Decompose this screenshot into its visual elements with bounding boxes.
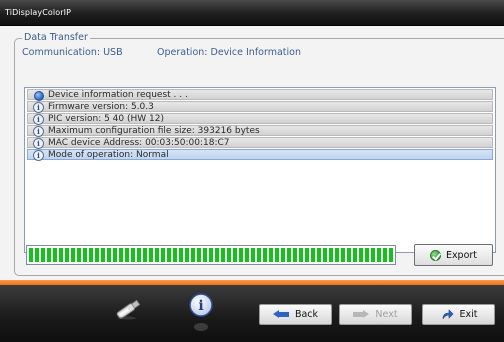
usb-icon[interactable] xyxy=(113,298,143,320)
svg-text:i: i xyxy=(198,298,203,314)
log-row-text: Mode of operation: Normal xyxy=(48,149,169,160)
log-row[interactable]: PIC version: 5 40 (HW 12) xyxy=(27,113,493,125)
exit-icon xyxy=(442,308,453,319)
log-list[interactable]: Device information request . . . Firmwar… xyxy=(24,87,496,253)
log-row-text: MAC device Address: 00:03:50:00:18:C7 xyxy=(48,137,230,148)
title-bar: TiDisplayColorIP xyxy=(0,0,504,26)
info-icon xyxy=(32,137,44,149)
export-button[interactable]: Export xyxy=(414,244,493,266)
log-row[interactable]: Device information request . . . xyxy=(27,89,493,101)
next-button[interactable]: Next xyxy=(339,304,412,325)
info-icon xyxy=(32,101,44,113)
main-panel: Data Transfer Communication: USB Operati… xyxy=(0,26,504,280)
footer-bar: i Back Next Exit xyxy=(0,285,504,342)
device-info-icon[interactable]: i xyxy=(188,293,214,333)
log-row-text: PIC version: 5 40 (HW 12) xyxy=(48,113,164,124)
next-button-label: Next xyxy=(375,309,398,320)
progress-bar xyxy=(26,245,396,265)
log-row[interactable]: Maximum configuration file size: 393216 … xyxy=(27,125,493,137)
progress-fill xyxy=(29,248,393,262)
log-row-text: Device information request . . . xyxy=(48,89,188,100)
check-icon xyxy=(429,249,441,261)
operation-label: Operation: Device Information xyxy=(157,47,301,58)
info-icon xyxy=(32,113,44,125)
info-icon xyxy=(32,125,44,137)
log-row[interactable]: MAC device Address: 00:03:50:00:18:C7 xyxy=(27,137,493,149)
exit-button-label: Exit xyxy=(459,309,478,320)
exit-button[interactable]: Exit xyxy=(422,304,495,325)
arrow-left-icon xyxy=(272,310,289,319)
info-icon xyxy=(32,149,44,161)
log-row-text: Maximum configuration file size: 393216 … xyxy=(48,125,260,136)
group-title: Data Transfer xyxy=(22,32,90,43)
status-dot-icon xyxy=(32,90,44,101)
arrow-right-icon xyxy=(353,310,370,319)
communication-label: Communication: USB xyxy=(22,47,123,58)
back-button[interactable]: Back xyxy=(259,304,332,325)
window-title: TiDisplayColorIP xyxy=(5,8,72,17)
export-button-label: Export xyxy=(445,249,478,261)
log-row-text: Firmware version: 5.0.3 xyxy=(48,101,154,112)
back-button-label: Back xyxy=(294,309,319,320)
log-row-selected[interactable]: Mode of operation: Normal xyxy=(27,149,493,161)
log-row[interactable]: Firmware version: 5.0.3 xyxy=(27,101,493,113)
